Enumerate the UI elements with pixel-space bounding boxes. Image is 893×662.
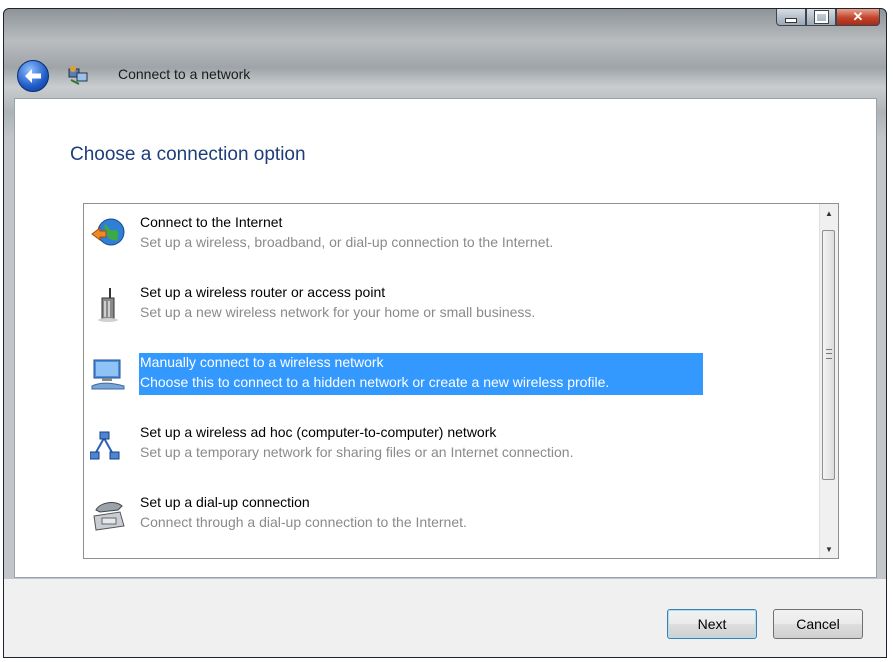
adhoc-network-icon <box>90 431 120 460</box>
wizard-footer: Next Cancel <box>4 579 886 657</box>
wizard-content: Choose a connection option Connect to th… <box>14 98 877 578</box>
option-description: Connect through a dial-up connection to … <box>140 514 467 530</box>
option-dialup[interactable]: Set up a dial-up connection Connect thro… <box>84 490 819 558</box>
option-title: Connect to the Internet <box>140 214 283 230</box>
window-title: Connect to a network <box>118 66 251 82</box>
option-title: Set up a wireless ad hoc (computer-to-co… <box>140 424 497 440</box>
option-manual-wireless[interactable]: Manually connect to a wireless network C… <box>84 350 819 420</box>
option-description: Set up a wireless, broadband, or dial-up… <box>140 234 554 250</box>
option-title: Set up a wireless router or access point <box>140 284 386 300</box>
close-icon: ✕ <box>852 9 864 24</box>
scroll-up-arrow-icon[interactable]: ▲ <box>820 204 838 222</box>
back-arrow-icon <box>25 69 41 83</box>
option-adhoc-network[interactable]: Set up a wireless ad hoc (computer-to-co… <box>84 420 819 490</box>
phone-icon <box>93 502 125 531</box>
list-scrollbar[interactable]: ▲ ▼ <box>819 204 838 558</box>
maximize-icon <box>814 11 828 23</box>
globe-icon <box>91 218 125 246</box>
connection-options-list[interactable]: Connect to the Internet Set up a wireles… <box>83 203 839 559</box>
scrollbar-thumb[interactable] <box>822 230 835 480</box>
cancel-button[interactable]: Cancel <box>773 609 863 639</box>
scroll-down-arrow-icon[interactable]: ▼ <box>820 540 838 558</box>
minimize-icon <box>785 17 797 23</box>
option-description: Choose this to connect to a hidden netwo… <box>140 374 610 390</box>
option-connect-internet[interactable]: Connect to the Internet Set up a wireles… <box>84 210 819 280</box>
computer-wireless-icon <box>91 359 125 390</box>
router-icon <box>98 288 118 322</box>
minimize-button[interactable] <box>776 9 806 26</box>
page-heading: Choose a connection option <box>70 144 306 165</box>
caption-buttons: ✕ <box>776 9 880 26</box>
network-icon <box>67 65 89 85</box>
option-title: Set up a dial-up connection <box>140 494 310 510</box>
close-button[interactable]: ✕ <box>836 9 880 26</box>
grip-icon <box>826 349 832 359</box>
option-wireless-router[interactable]: Set up a wireless router or access point… <box>84 280 819 350</box>
maximize-button[interactable] <box>806 9 836 26</box>
back-button[interactable] <box>17 60 49 92</box>
option-description: Set up a new wireless network for your h… <box>140 304 536 320</box>
next-button[interactable]: Next <box>667 609 757 639</box>
connect-to-network-window: ✕ Connect to a network Choose a connecti… <box>3 8 887 658</box>
option-title: Manually connect to a wireless network <box>140 354 384 370</box>
option-description: Set up a temporary network for sharing f… <box>140 444 574 460</box>
